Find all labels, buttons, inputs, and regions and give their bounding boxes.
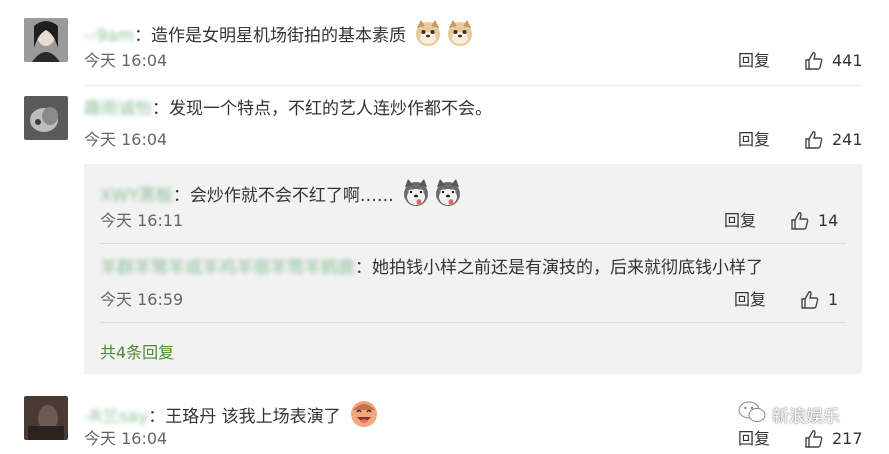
- reply-button[interactable]: 回复: [738, 130, 770, 150]
- comment-username[interactable]: --9am: [84, 26, 134, 46]
- watermark-text: 新浪娱乐: [772, 407, 840, 427]
- like-count: 14: [818, 211, 839, 230]
- reply-time: 今天 16:11: [100, 211, 184, 230]
- reply-text: ：她拍钱小样之前还是有演技的，后来就彻底钱小样了: [355, 258, 763, 278]
- comment-time: 今天 16:04: [84, 51, 168, 70]
- thumbs-up-icon: [800, 290, 820, 310]
- reply-line: XWY黑板：会炒作就不会不红了啊……: [100, 178, 463, 214]
- reply-text: ：会炒作就不会不红了啊……: [172, 186, 394, 206]
- reply-time: 今天 16:59: [100, 290, 184, 309]
- like-count: 241: [832, 130, 863, 149]
- thumbs-up-icon: [790, 211, 810, 231]
- like-button[interactable]: 241: [804, 130, 863, 150]
- comment-text: ：发现一个特点，不红的艺人连炒作都不会。: [152, 99, 492, 119]
- reply-button[interactable]: 回复: [724, 211, 756, 231]
- laughing-face-emoji-icon: [348, 398, 380, 436]
- reply-username[interactable]: XWY黑板: [100, 186, 173, 206]
- comment-text: ：王珞丹 该我上场表演了: [148, 407, 341, 427]
- watermark: 新浪娱乐: [738, 400, 840, 429]
- like-count: 1: [828, 290, 839, 309]
- wechat-icon: [738, 400, 766, 429]
- avatar[interactable]: [24, 18, 68, 62]
- like-count: 441: [832, 51, 863, 70]
- like-count: 217: [832, 429, 863, 448]
- divider: [100, 322, 846, 323]
- thumbs-up-icon: [804, 51, 824, 71]
- reply-line: 羊群羊鹭羊或羊鸡羊宿羊莺羊鹤鹿：她拍钱小样之前还是有演技的，后来就彻底钱小样了: [100, 257, 763, 279]
- comment-time: 今天 16:04: [84, 130, 168, 149]
- divider: [84, 85, 862, 86]
- like-button[interactable]: 441: [804, 51, 863, 71]
- avatar[interactable]: [24, 396, 68, 440]
- reply-button[interactable]: 回复: [734, 290, 766, 310]
- like-button[interactable]: 14: [790, 211, 838, 231]
- comment-username[interactable]: 趣雨诚怡: [84, 99, 152, 119]
- comment-time: 今天 16:04: [84, 429, 168, 448]
- like-button[interactable]: 217: [804, 429, 863, 449]
- doge-emoji-icon: [413, 18, 443, 54]
- thumbs-up-icon: [804, 130, 824, 150]
- comment-line: 趣雨诚怡：发现一个特点，不红的艺人连炒作都不会。: [84, 98, 492, 120]
- reply-button[interactable]: 回复: [738, 429, 770, 449]
- reply-username[interactable]: 羊群羊鹭羊或羊鸡羊宿羊莺羊鹤鹿: [100, 258, 355, 278]
- avatar[interactable]: [24, 96, 68, 140]
- comment-text: ：造作是女明星机场街拍的基本素质: [134, 26, 407, 46]
- doge-emoji-icon: [445, 18, 475, 54]
- thumbs-up-icon: [804, 429, 824, 449]
- husky-emoji-icon: [401, 178, 431, 214]
- comment-line: --9am：造作是女明星机场街拍的基本素质: [84, 18, 475, 54]
- comment-username[interactable]: -R兰say: [84, 407, 148, 427]
- divider: [100, 243, 846, 244]
- reply-button[interactable]: 回复: [738, 51, 770, 71]
- view-all-replies-link[interactable]: 共4条回复: [100, 339, 174, 363]
- husky-emoji-icon: [433, 178, 463, 214]
- like-button[interactable]: 1: [800, 290, 838, 310]
